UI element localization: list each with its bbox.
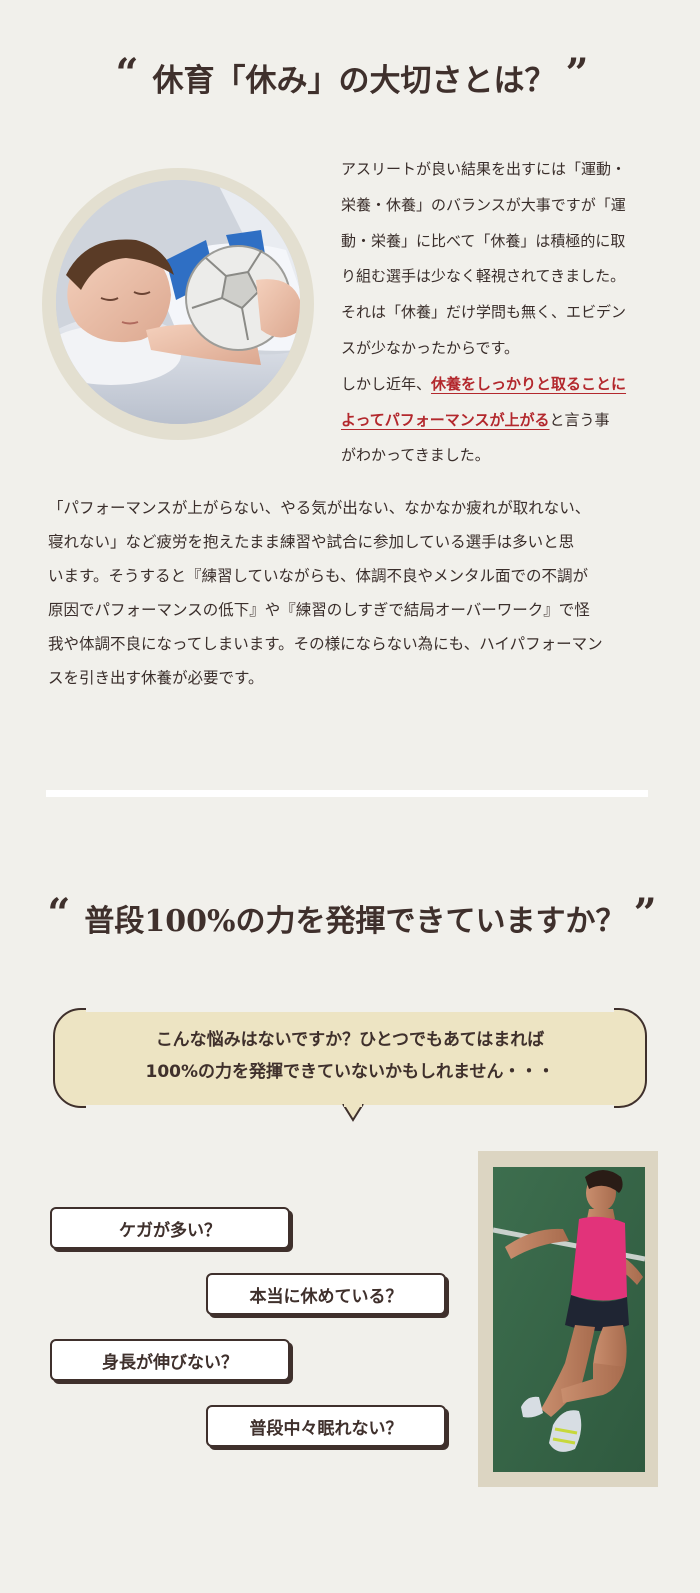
section1-heading: “ 休育「休み」の大切さとは？” [0,50,700,100]
bubble-message: こんな悩みはないですか？ひとつでもあてはまれば 100%の力を発揮できていないか… [60,1024,640,1088]
text-line: 「パフォーマンスが上がらない、やる気が出ない、なかなか疲れが取れない、 [48,499,591,517]
close-quote-icon: ” [633,890,657,937]
open-quote-icon: “ [47,890,70,937]
text-line: 栄養・休養」のバランスが大事ですが「運 [341,195,626,214]
text-line: 寝れない」など疲労を抱えたまま練習や試合に参加している選手は多いと思 [48,533,575,551]
fatigue-paragraph: 「パフォーマンスが上がらない、やる気が出ない、なかなか疲れが取れない、 寝れない… [48,491,663,695]
text-fragment: しかし近年、 [341,374,432,393]
text-line: がわかってきました。 [341,446,490,465]
text-line: スが少なかったからです。 [341,338,520,357]
text-line: しかし近年、休養をしっかりと取ることに [341,367,661,403]
bubble-line: 100%の力を発揮できていないかもしれません・・・ [145,1062,555,1082]
text-fragment: と言う事 [549,410,610,429]
checklist-item-height: 身長が伸びない？ [50,1339,290,1381]
text-line: スを引き出す休養が必要です。 [48,669,264,687]
checklist-item-injuries: ケガが多い？ [50,1207,290,1249]
text-line: よってパフォーマンスが上がると言う事 [341,403,661,439]
exhausted-athlete-photo [493,1167,645,1472]
bubble-line: こんな悩みはないですか？ひとつでもあてはまれば [155,1030,545,1050]
text-line: 動・栄養」に比べて「休養」は積極的に取 [341,231,626,250]
bubble-tail-icon [342,1104,364,1122]
text-line: 我や体調不良になってしまいます。その様にならない為にも、ハイパフォーマン [48,635,603,653]
text-line: り組む選手は少なく軽視されてきました。 [341,267,626,286]
bubble-border-gap [86,1006,614,1012]
text-line: アスリートが良い結果を出すには「運動・ [341,160,627,178]
section2-title: 普段100%の力を発揮できていますか？ [84,904,626,939]
open-quote-icon: “ [115,50,138,97]
text-line: それは「休養」だけ学問も無く、エビデン [341,303,627,322]
rest-importance-paragraph: アスリートが良い結果を出すには「運動・ 栄養・休養」のバランスが大事ですが「運 … [341,152,661,474]
highlight-text: 休養をしっかりと取ることに [431,374,627,393]
checklist-item-rest: 本当に休めている？ [206,1273,446,1315]
sleeping-boy-photo [56,180,300,424]
section-divider [46,790,648,797]
close-quote-icon: ” [565,50,589,97]
text-line: 原因でパフォーマンスの低下』や『練習のしすぎで結局オーバーワーク』で怪 [48,601,590,619]
section1-title: 休育「休み」の大切さとは？ [152,63,556,99]
highlight-text: よってパフォーマンスが上がる [341,410,550,429]
checklist-item-sleep: 普段中々眠れない？ [206,1405,446,1447]
text-line: います。そうすると『練習していながらも、体調不良やメンタル面での不調が [48,567,589,585]
section2-heading: “ 普段100%の力を発揮できていますか？” [0,890,700,940]
